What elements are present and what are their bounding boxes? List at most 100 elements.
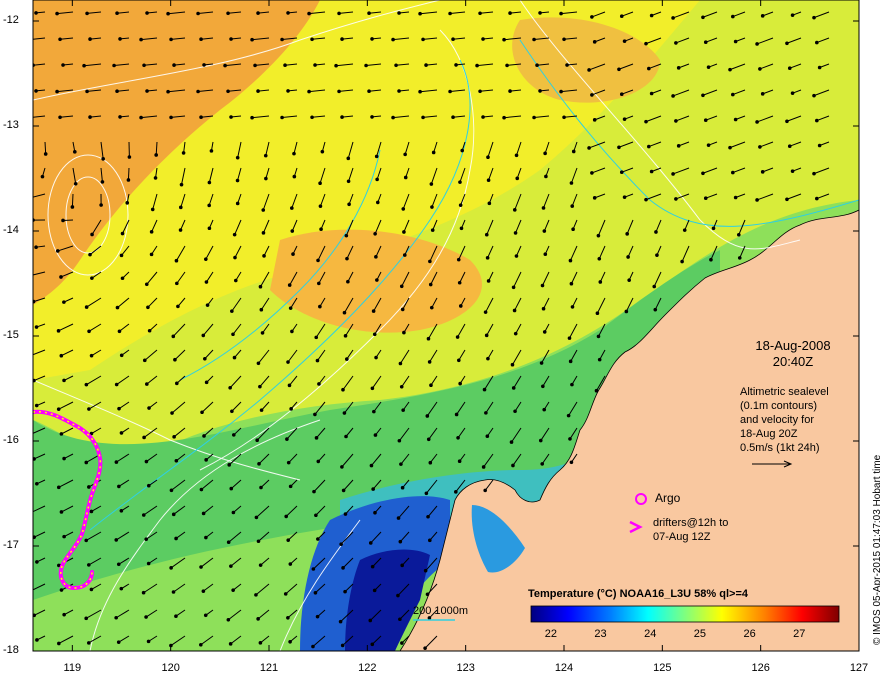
velocity-vector-head [127, 155, 132, 159]
velocity-vector-head [115, 305, 120, 310]
velocity-vector-head [28, 116, 32, 120]
velocity-vector-head [259, 408, 264, 412]
velocity-vector-head [33, 299, 36, 304]
y-tick-label: -17 [3, 539, 19, 551]
velocity-vector-head [286, 89, 290, 93]
velocity-vector-head [429, 305, 434, 310]
velocity-vector-head [119, 508, 124, 513]
velocity-vector-head [540, 283, 545, 288]
velocity-vector-head [29, 274, 33, 278]
velocity-vector-head [256, 11, 260, 15]
velocity-vector-head [402, 330, 406, 335]
velocity-vector-head [731, 170, 735, 175]
velocity-vector-head [400, 641, 404, 645]
velocity-vector-head [731, 14, 735, 19]
velocity-vector-head [403, 175, 408, 180]
velocity-vector-head [174, 536, 178, 541]
velocity-vector-head [559, 89, 563, 94]
velocity-vector-head [338, 619, 343, 624]
velocity-vector-head [316, 459, 321, 464]
velocity-vector-head [116, 562, 121, 567]
velocity-vector-head [451, 37, 455, 41]
velocity-vector-head [617, 67, 621, 72]
velocity-vector-head [59, 275, 63, 279]
velocity-vector-head [201, 589, 206, 593]
velocity-vector-head [372, 332, 377, 337]
velocity-vector-head [654, 230, 658, 234]
x-tick-label: 126 [751, 662, 770, 674]
velocity-vector-head [256, 539, 261, 544]
velocity-vector-head [399, 462, 403, 466]
velocity-vector [71, 193, 74, 208]
velocity-vector-head [571, 149, 576, 154]
velocity-vector-head [263, 153, 268, 158]
y-tick-label: -13 [3, 119, 19, 131]
velocity-vector-head [538, 11, 542, 15]
velocity-vector-head [373, 433, 378, 437]
velocity-vector-head [62, 612, 66, 617]
velocity-vector-head [226, 617, 231, 622]
velocity-vector-head [485, 434, 490, 439]
velocity-vector-head [426, 336, 431, 341]
velocity-vector-head [196, 89, 200, 94]
velocity-vector-head [307, 11, 311, 16]
velocity-vector-head [70, 205, 75, 209]
velocity-vector-head [402, 253, 407, 257]
velocity-vector-head [149, 230, 154, 234]
velocity-vector-head [288, 484, 293, 489]
velocity-vector-head [174, 614, 178, 619]
velocity-vector-head [255, 438, 259, 443]
velocity-vector-head [119, 253, 124, 258]
velocity-vector-head [399, 384, 404, 389]
velocity-vector-head [590, 15, 594, 19]
velocity-vector-head [287, 383, 292, 388]
velocity-vector-head [401, 408, 405, 412]
velocity-vector-head [256, 89, 260, 93]
velocity-vector-head [587, 146, 591, 150]
velocity-vector-head [315, 614, 320, 619]
velocity-vector-head [169, 488, 174, 493]
velocity-vector-head [114, 382, 119, 387]
velocity-vector-head [391, 37, 395, 42]
velocity-vector-head [145, 382, 149, 386]
velocity-vector-head [227, 463, 232, 467]
x-tick-label: 122 [358, 662, 377, 674]
velocity-vector-head [314, 436, 319, 440]
velocity-vector-head [733, 117, 738, 122]
velocity-vector-head [375, 278, 379, 282]
velocity-vector-head [119, 586, 124, 591]
velocity-vector-head [486, 178, 491, 183]
velocity-vector-head [760, 170, 765, 174]
velocity-vector-head [204, 380, 209, 385]
velocity-vector-head [57, 641, 61, 646]
velocity-vector-head [644, 119, 648, 124]
velocity-vector-head [454, 412, 459, 417]
velocity-vector-head [647, 144, 651, 149]
velocity-vector-head [201, 511, 206, 516]
velocity-vector-head [112, 63, 116, 68]
velocity-vector-head [652, 284, 657, 289]
velocity-vector-head [815, 118, 819, 123]
velocity-vector-head [568, 359, 573, 364]
velocity-vector-head [760, 14, 765, 18]
velocity-vector-head [176, 304, 180, 309]
velocity-vector-head [179, 205, 183, 210]
velocity-vector-head [228, 642, 233, 646]
velocity-vector-head [428, 259, 432, 264]
velocity-vector-head [540, 462, 545, 466]
velocity-vector-head [431, 150, 436, 155]
velocity-vector-head [758, 67, 762, 71]
velocity-vector-head [401, 207, 406, 211]
velocity-vector-head [175, 281, 179, 286]
velocity-vector-head [812, 93, 816, 98]
velocity-vector-head [755, 42, 759, 46]
velocity-vector-head [285, 437, 289, 441]
colorbar-tick-label: 24 [644, 628, 657, 640]
velocity-vector-head [154, 153, 158, 157]
velocity-vector-head [223, 63, 227, 68]
velocity-vector-head [286, 360, 290, 364]
credit-text: © IMOS 05-Apr-2015 01:47:03 Hobart time [872, 454, 880, 645]
velocity-vector-head [785, 197, 789, 202]
velocity-vector-head [114, 538, 119, 542]
velocity-vector-head [120, 276, 125, 281]
